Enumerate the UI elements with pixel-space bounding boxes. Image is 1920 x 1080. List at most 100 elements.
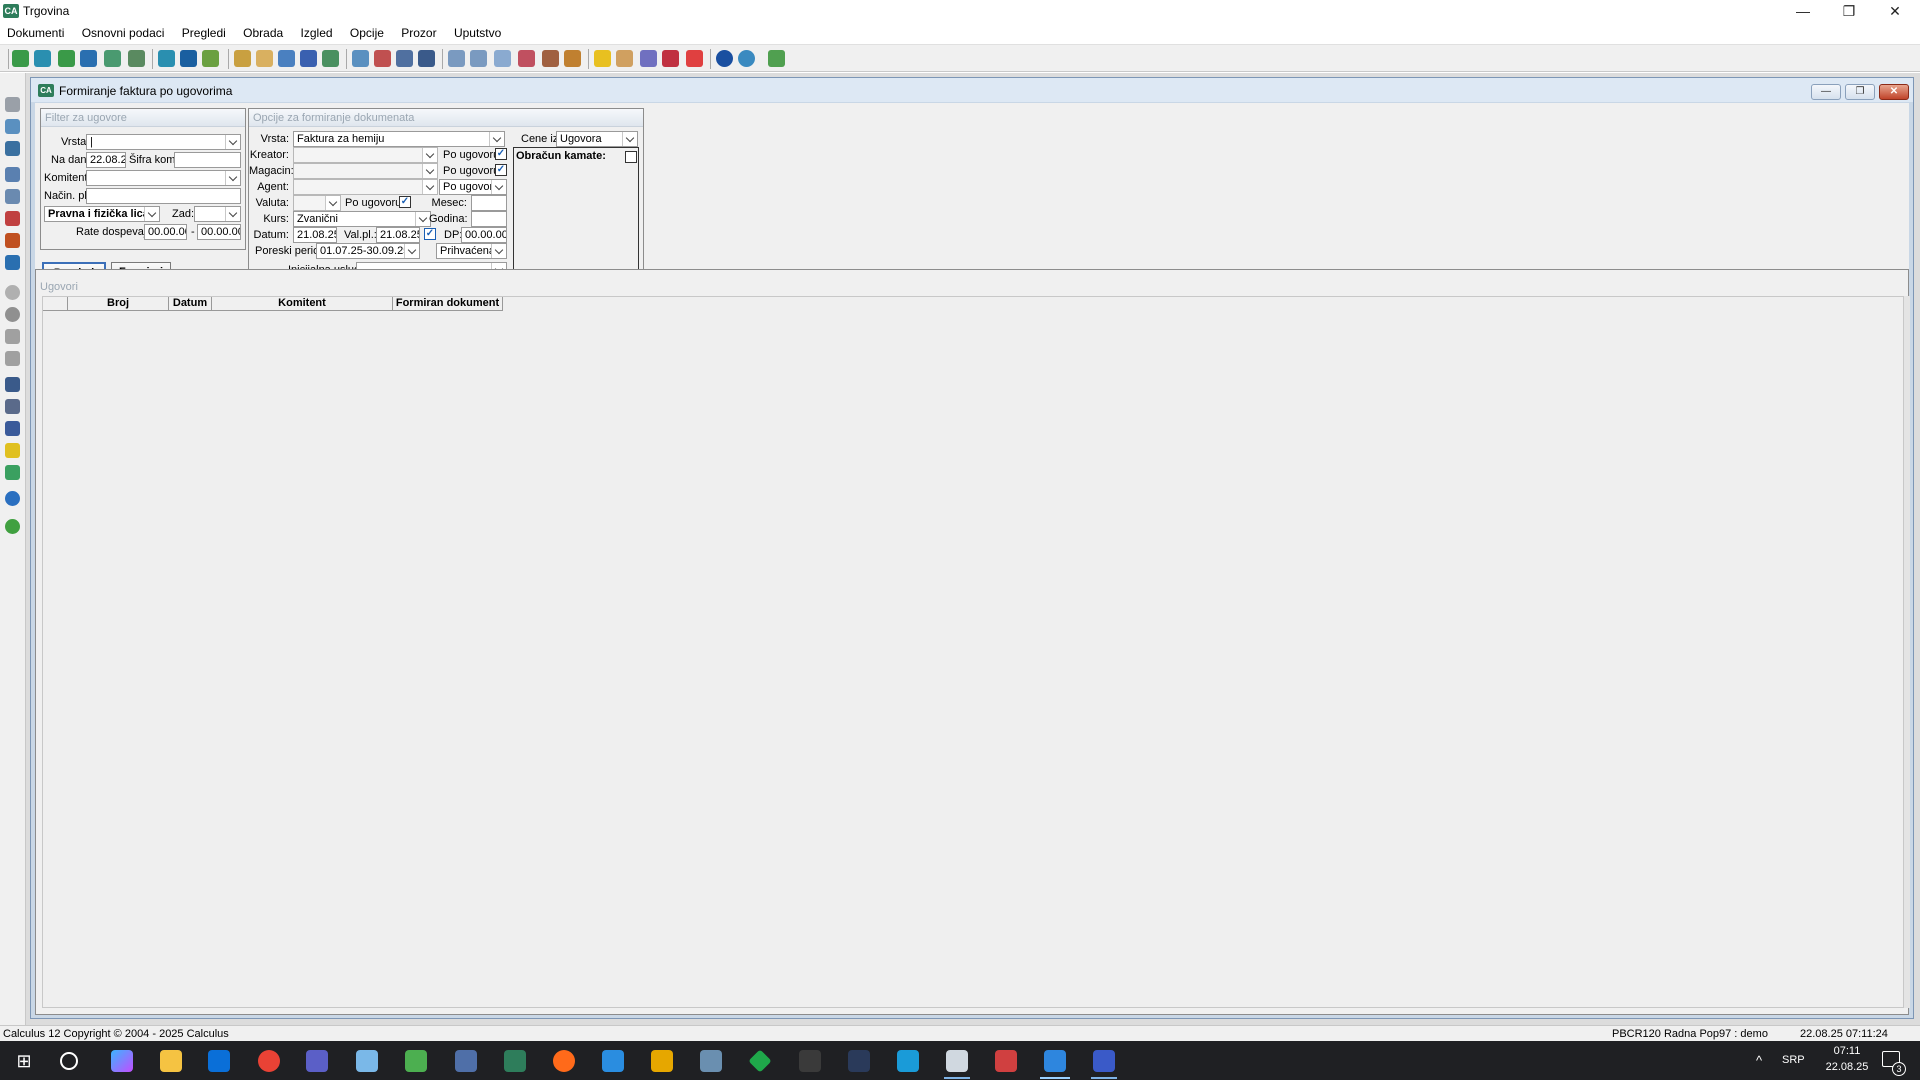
copilot-icon[interactable] (111, 1050, 133, 1072)
kreator-select[interactable] (293, 147, 438, 163)
calculator-icon[interactable] (455, 1050, 477, 1072)
chevron-down-icon[interactable] (225, 171, 240, 185)
valpl-checkbox[interactable]: ✓ (424, 228, 436, 240)
find-next-icon[interactable] (5, 399, 20, 414)
chevron-down-icon[interactable] (144, 207, 159, 221)
restore-button[interactable]: ❐ (1826, 0, 1872, 24)
layout-icon[interactable] (448, 50, 465, 67)
app-orange-icon[interactable] (553, 1050, 575, 1072)
magacin-po-ugovoru-checkbox[interactable]: ✓ (495, 164, 507, 176)
menu-prozor[interactable]: Prozor (401, 22, 436, 44)
nacin-pl-input[interactable] (86, 188, 241, 204)
archive-icon[interactable] (128, 50, 145, 67)
go-icon[interactable] (5, 519, 20, 534)
chevron-down-icon[interactable] (422, 164, 437, 178)
valpl-input[interactable]: 21.08.25 (376, 227, 420, 243)
exit-door-icon[interactable] (662, 50, 679, 67)
chevron-down-icon[interactable] (325, 196, 340, 210)
menu-opcije[interactable]: Opcije (350, 22, 384, 44)
child-close-button[interactable]: ✕ (1879, 84, 1909, 100)
chevron-down-icon[interactable] (622, 132, 637, 146)
chrome-icon[interactable] (258, 1050, 280, 1072)
kreator-po-ugovoru-checkbox[interactable]: ✓ (495, 148, 507, 160)
sifra-kom-input[interactable] (174, 152, 241, 168)
tool-icon[interactable] (504, 1050, 526, 1072)
save-icon[interactable] (5, 97, 20, 112)
help-icon[interactable] (716, 50, 733, 67)
rate-to-input[interactable]: 00.00.00 (197, 224, 241, 240)
vscode-icon[interactable] (602, 1050, 624, 1072)
menu-obrada[interactable]: Obrada (243, 22, 283, 44)
grid-scrollbar[interactable] (1904, 296, 1910, 1008)
filter-icon[interactable] (5, 443, 20, 458)
list-icon[interactable] (5, 141, 20, 156)
valuta-po-ugovoru-checkbox[interactable]: ✓ (399, 196, 411, 208)
agent-mode-select[interactable]: Po ugovoru (439, 179, 507, 195)
godina-input[interactable] (471, 211, 507, 227)
calendar-icon[interactable] (278, 50, 295, 67)
gear-icon[interactable] (640, 50, 657, 67)
diamond-app-icon[interactable] (748, 1049, 772, 1073)
git-icon[interactable] (651, 1050, 673, 1072)
check-app-icon[interactable] (1093, 1050, 1115, 1072)
tray-time[interactable]: 07:11 (1822, 1045, 1872, 1057)
language-indicator[interactable]: SRP (1782, 1054, 1805, 1066)
cancel-doc-icon[interactable] (374, 50, 391, 67)
menu-pregledi[interactable]: Pregledi (182, 22, 226, 44)
valuta-select[interactable] (293, 195, 341, 211)
chevron-down-icon[interactable] (422, 148, 437, 162)
agent-select[interactable] (293, 179, 438, 195)
ugovori-grid[interactable]: Broj Datum Komitent Formiran dokument (42, 296, 1904, 1008)
print-preview-icon[interactable] (5, 189, 20, 204)
windows-start-icon[interactable]: ⊞ (13, 1050, 35, 1072)
copy-icon[interactable] (158, 50, 175, 67)
child-restore-button[interactable]: ❐ (1845, 84, 1875, 100)
calc-icon[interactable] (518, 50, 535, 67)
document-viewer-icon[interactable] (700, 1050, 722, 1072)
menu-osnovni-podaci[interactable]: Osnovni podaci (82, 22, 165, 44)
chart-app-icon[interactable] (995, 1050, 1017, 1072)
find-icon[interactable] (5, 377, 20, 392)
chevron-down-icon[interactable] (225, 135, 240, 149)
col-datum[interactable]: Datum (169, 297, 212, 311)
sum-icon[interactable] (396, 50, 413, 67)
menu-uputstvo[interactable]: Uputstvo (454, 22, 501, 44)
window-app-icon[interactable] (946, 1050, 968, 1072)
book-icon[interactable] (300, 50, 317, 67)
outlook-icon[interactable] (208, 1050, 230, 1072)
expand-icon[interactable] (5, 465, 20, 480)
link-app-icon[interactable] (799, 1050, 821, 1072)
undo-icon[interactable] (5, 329, 20, 344)
remove-icon[interactable] (5, 307, 20, 322)
heart-icon[interactable] (686, 50, 703, 67)
status-select[interactable]: Prihvaćena (436, 243, 507, 259)
pdf-icon[interactable] (5, 233, 20, 248)
write-icon[interactable] (256, 50, 273, 67)
box-icon[interactable] (564, 50, 581, 67)
search-icon[interactable] (60, 1052, 78, 1070)
export-excel-icon[interactable] (5, 211, 20, 226)
magacin-select[interactable] (293, 163, 438, 179)
rate-from-input[interactable]: 00.00.00 (144, 224, 187, 240)
close-button[interactable]: ✕ (1872, 0, 1918, 24)
chevron-down-icon[interactable] (491, 244, 506, 258)
ledger-icon[interactable] (322, 50, 339, 67)
obracun-kamate-checkbox[interactable] (625, 151, 637, 163)
chevron-down-icon[interactable] (404, 244, 419, 258)
chevron-down-icon[interactable] (422, 180, 437, 194)
printer-icon[interactable] (5, 167, 20, 182)
poreski-period-select[interactable]: 01.07.25-30.09.25 (316, 243, 420, 259)
cene-iz-select[interactable]: Ugovora (556, 131, 638, 147)
kurs-select[interactable]: Zvanični (293, 211, 431, 227)
import-icon[interactable] (58, 50, 75, 67)
tag-icon[interactable] (616, 50, 633, 67)
notepad-icon[interactable] (405, 1050, 427, 1072)
notes-icon[interactable] (356, 1050, 378, 1072)
lica-select[interactable]: Pravna i fizička lica (44, 206, 160, 222)
table-icon[interactable] (418, 50, 435, 67)
add-icon[interactable] (5, 285, 20, 300)
datum-input[interactable]: 21.08.25 (293, 227, 337, 243)
tray-date[interactable]: 22.08.25 (1816, 1061, 1878, 1073)
edit-icon[interactable] (234, 50, 251, 67)
komitent-select[interactable] (86, 170, 241, 186)
